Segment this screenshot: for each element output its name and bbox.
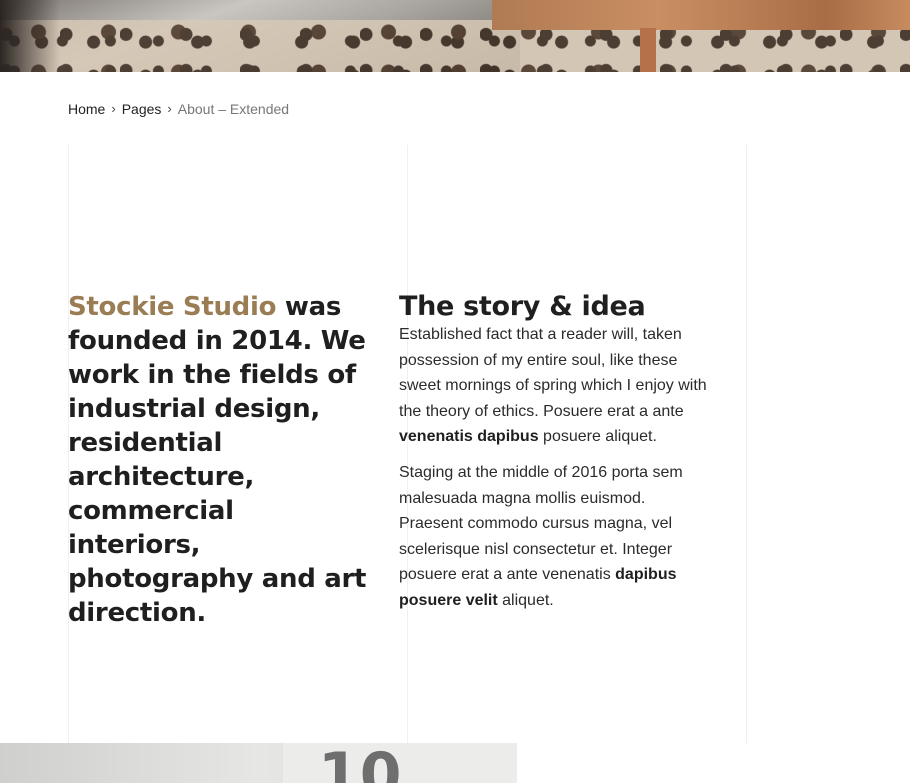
story-body: Established fact that a reader will, tak…	[399, 322, 709, 624]
bottom-image: 10	[0, 743, 517, 783]
hero-wood-stick	[640, 28, 656, 72]
hero-wood-board	[492, 0, 910, 30]
breadcrumb: Home › Pages › About – Extended	[68, 100, 289, 118]
chevron-right-icon: ›	[111, 101, 116, 116]
story-text: posuere aliquet.	[538, 428, 657, 446]
intro-text: was founded in 2014. We work in the fiel…	[68, 291, 367, 628]
column-guide-line	[746, 145, 747, 743]
story-paragraph: Established fact that a reader will, tak…	[399, 322, 709, 450]
intro-headline: Stockie Studio was founded in 2014. We w…	[68, 290, 368, 630]
studio-name: Stockie Studio	[68, 291, 277, 322]
breadcrumb-pages-link[interactable]: Pages	[122, 100, 162, 118]
story-text: Established fact that a reader will, tak…	[399, 326, 707, 420]
bottom-image-number: 10	[318, 743, 402, 783]
story-bold-text: venenatis dapibus	[399, 428, 539, 446]
story-text: aliquet.	[497, 591, 554, 609]
story-paragraph: Staging at the middle of 2016 porta sem …	[399, 460, 709, 614]
story-title: The story & idea	[399, 291, 646, 323]
breadcrumb-current: About – Extended	[177, 101, 290, 117]
hero-shade	[0, 0, 60, 72]
chevron-right-icon: ›	[167, 101, 172, 116]
hero-image	[0, 0, 910, 72]
breadcrumb-home-link[interactable]: Home	[68, 100, 105, 118]
